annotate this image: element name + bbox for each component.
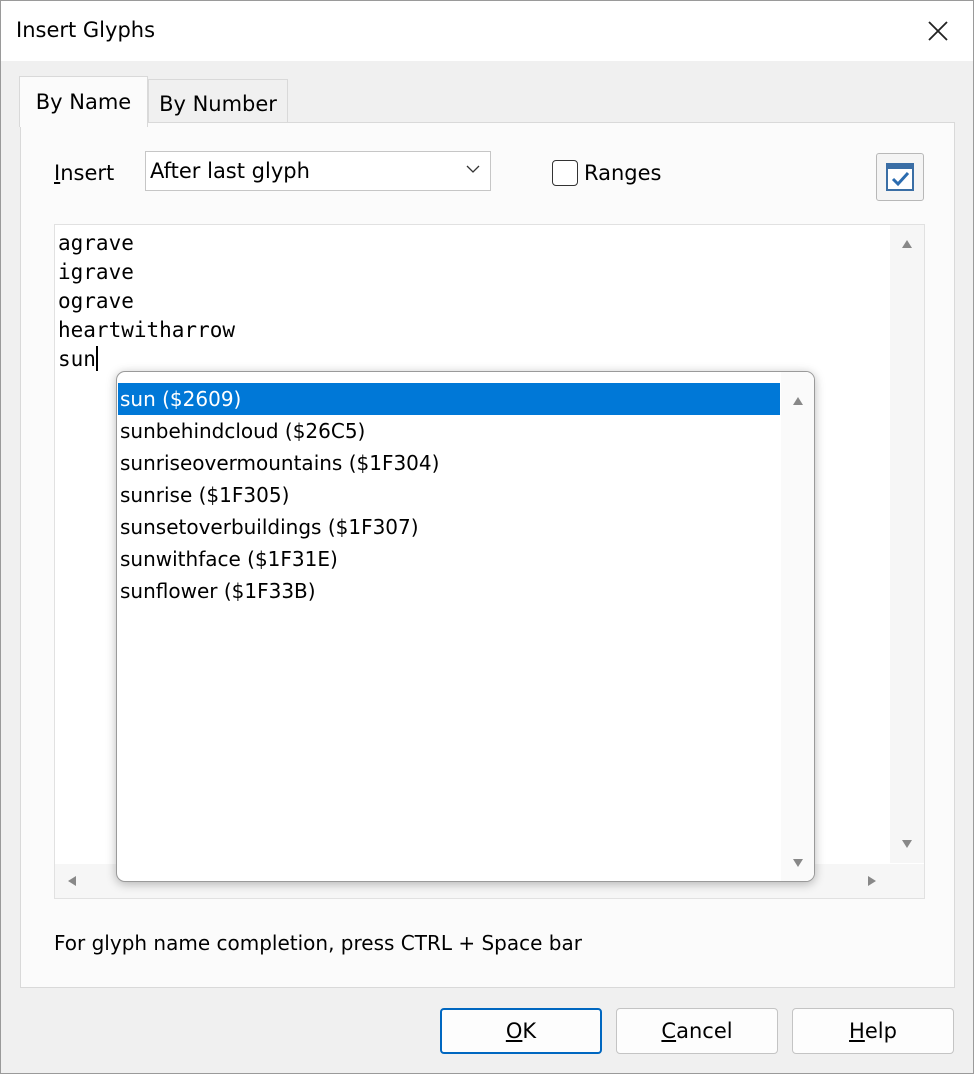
tab-by-name[interactable]: By Name <box>19 76 148 127</box>
autocomplete-item[interactable]: sun ($2609) <box>118 383 780 415</box>
insert-label-rest: nsert <box>60 161 115 185</box>
insert-glyphs-dialog: Insert Glyphs By Name By Number Insert A… <box>0 0 974 1074</box>
text-caret <box>95 346 98 371</box>
editor-line: agrave <box>58 231 134 255</box>
close-icon <box>928 21 948 41</box>
scroll-up-arrow-icon <box>793 397 803 405</box>
close-button[interactable] <box>903 1 973 61</box>
editor-current-line: sun <box>58 345 235 374</box>
cancel-mnemonic: C <box>661 1019 677 1043</box>
help-button[interactable]: Help <box>792 1008 954 1054</box>
tab-label: By Name <box>35 90 132 114</box>
autocomplete-item[interactable]: sunsetoverbuildings ($1F307) <box>118 511 780 543</box>
tab-by-number[interactable]: By Number <box>148 79 288 123</box>
editor-line: ograve <box>58 289 134 313</box>
autocomplete-item[interactable]: sunrise ($1F305) <box>118 479 780 511</box>
insert-label: Insert <box>54 161 114 185</box>
autocomplete-item[interactable]: sunwithface ($1F31E) <box>118 543 780 575</box>
editor-vertical-scrollbar[interactable] <box>890 225 924 863</box>
ok-button[interactable]: OK <box>440 1008 602 1054</box>
options-button[interactable] <box>876 153 924 201</box>
glyph-autocomplete-popup: sun ($2609) sunbehindcloud ($26C5) sunri… <box>116 371 815 882</box>
help-mnemonic: H <box>849 1019 865 1043</box>
dialog-title: Insert Glyphs <box>16 18 156 42</box>
completion-hint: For glyph name completion, press CTRL + … <box>54 931 582 955</box>
editor-line: heartwitharrow <box>58 318 236 342</box>
scroll-up-arrow-icon <box>902 240 912 248</box>
insert-position-value: After last glyph <box>150 159 310 183</box>
scroll-down-arrow-icon <box>793 859 803 867</box>
title-bar: Insert Glyphs <box>1 1 973 61</box>
cancel-label-rest: ancel <box>676 1019 733 1043</box>
ok-mnemonic: O <box>505 1019 523 1043</box>
editor-line: sun <box>58 347 96 371</box>
scroll-right-arrow-icon <box>868 876 876 886</box>
ranges-checkbox[interactable] <box>552 160 578 186</box>
ok-label-rest: K <box>522 1019 537 1043</box>
editor-line: igrave <box>58 260 134 284</box>
help-label-rest: elp <box>864 1019 897 1043</box>
tab-label: By Number <box>159 91 277 116</box>
scroll-left-arrow-icon <box>68 876 76 886</box>
autocomplete-item[interactable]: sunflower ($1F33B) <box>118 575 780 607</box>
autocomplete-list[interactable]: sun ($2609) sunbehindcloud ($26C5) sunri… <box>118 383 780 607</box>
autocomplete-scrollbar[interactable] <box>781 372 814 881</box>
autocomplete-item[interactable]: sunriseovermountains ($1F304) <box>118 447 780 479</box>
editor-text: agrave igrave ograve heartwitharrow sun <box>58 229 235 374</box>
ranges-label[interactable]: Ranges <box>584 161 662 185</box>
checkbox-checked-icon <box>886 163 914 191</box>
cancel-button[interactable]: Cancel <box>616 1008 778 1054</box>
chevron-down-icon <box>466 165 480 173</box>
autocomplete-item[interactable]: sunbehindcloud ($26C5) <box>118 415 780 447</box>
insert-position-select[interactable]: After last glyph <box>145 151 491 191</box>
scroll-down-arrow-icon <box>902 840 912 848</box>
